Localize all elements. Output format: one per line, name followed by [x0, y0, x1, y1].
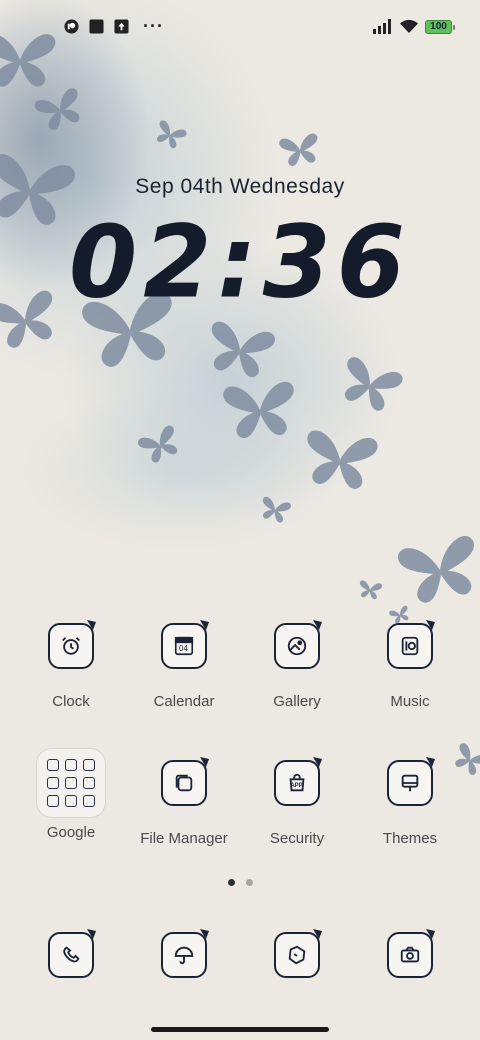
app-label: Music	[390, 693, 430, 710]
upload-icon	[114, 19, 129, 34]
folder-app-icon	[47, 795, 59, 807]
folder-app-icon	[65, 759, 77, 771]
page-dot-1[interactable]	[228, 879, 235, 886]
app-tag-icon	[200, 929, 209, 939]
app-label: Gallery	[273, 693, 321, 710]
status-bar-right: 100	[373, 19, 455, 34]
app-tag-icon	[87, 620, 96, 630]
folder-app-icon	[47, 759, 59, 771]
security-app-icon: APP	[274, 757, 322, 806]
app-file-manager[interactable]: File Manager	[128, 757, 240, 847]
dock-camera[interactable]	[354, 929, 466, 978]
folder-app-icon	[83, 777, 95, 789]
messages-icon	[274, 929, 322, 978]
signal-icon	[373, 19, 391, 34]
app-tag-icon	[313, 620, 322, 630]
calendar-icon: 04	[161, 620, 209, 669]
clock-time[interactable]: 02:36	[0, 207, 480, 319]
phone-icon	[48, 929, 96, 978]
folder-google[interactable]: Google	[15, 748, 127, 841]
app-themes[interactable]: Themes	[354, 757, 466, 847]
app-label: Calendar	[153, 693, 215, 710]
page-indicator[interactable]	[228, 879, 253, 886]
app-label: Clock	[52, 693, 90, 710]
folder-icon	[36, 748, 106, 818]
app-label: Themes	[382, 830, 438, 847]
date-label[interactable]: Sep 04th Wednesday	[0, 175, 480, 199]
dock-phone[interactable]	[15, 929, 127, 978]
app-security[interactable]: APP Security	[241, 757, 353, 847]
folder-app-icon	[65, 777, 77, 789]
dock-messages[interactable]	[241, 929, 353, 978]
app-tag-icon	[200, 757, 209, 767]
app-gallery[interactable]: Gallery	[241, 620, 353, 710]
vpn-icon	[64, 19, 79, 34]
app-tag-icon	[313, 929, 322, 939]
home-gesture-bar[interactable]	[151, 1027, 329, 1032]
security-app-text: APP	[290, 783, 303, 789]
wifi-icon	[400, 19, 418, 33]
music-icon	[387, 620, 435, 669]
dock-browser[interactable]	[128, 929, 240, 978]
status-bar: ··· 100	[0, 0, 480, 56]
app-tag-icon	[426, 620, 435, 630]
folder-app-icon	[83, 759, 95, 771]
app-tag-icon	[313, 757, 322, 767]
app-label: File Manager	[140, 830, 228, 847]
gallery-icon	[274, 620, 322, 669]
app-clock[interactable]: Clock	[15, 620, 127, 710]
battery-icon: 100	[425, 19, 455, 34]
themes-icon	[387, 757, 435, 806]
folder-app-icon	[65, 795, 77, 807]
camera-icon	[387, 929, 435, 978]
calendar-day: 04	[179, 644, 188, 653]
app-label: Security	[269, 830, 325, 847]
app-tag-icon	[200, 620, 209, 630]
browser-icon	[161, 929, 209, 978]
app-calendar[interactable]: 04 Calendar	[128, 620, 240, 710]
status-bar-left: ···	[64, 16, 164, 36]
file-manager-icon	[161, 757, 209, 806]
folder-app-icon	[47, 777, 59, 789]
app-tag-icon	[87, 929, 96, 939]
folder-app-icon	[83, 795, 95, 807]
app-label: Google	[46, 824, 96, 841]
page-dot-2[interactable]	[246, 879, 253, 886]
overflow-dots: ···	[143, 16, 164, 36]
app-tag-icon	[426, 757, 435, 767]
app-music[interactable]: Music	[354, 620, 466, 710]
alarm-clock-icon	[48, 620, 96, 669]
square-app-icon	[89, 19, 104, 34]
app-tag-icon	[426, 929, 435, 939]
